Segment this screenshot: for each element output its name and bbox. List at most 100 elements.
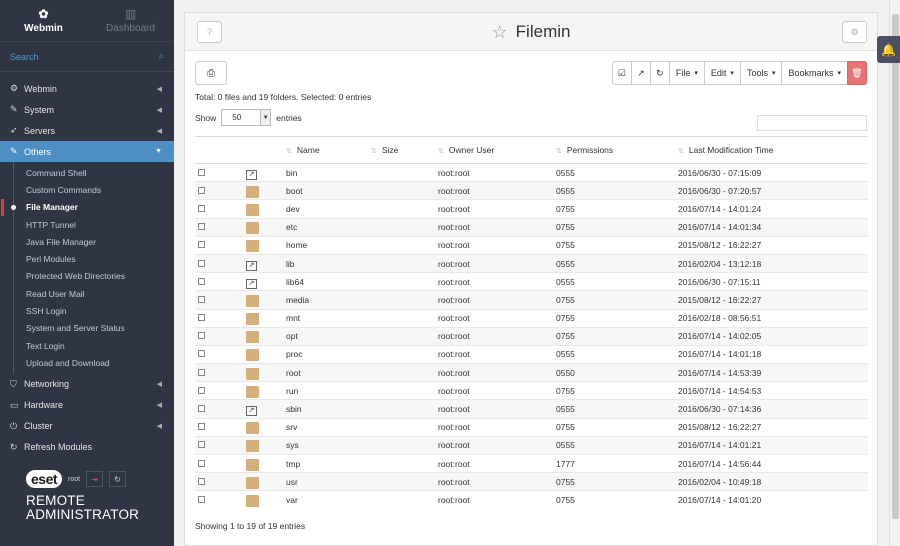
row-checkbox[interactable] bbox=[198, 459, 205, 467]
file-name[interactable]: root bbox=[286, 363, 371, 382]
column-header-modified[interactable]: ⇅ Last Modification Time bbox=[678, 136, 868, 164]
page-scrollbar[interactable] bbox=[889, 0, 900, 546]
column-header-size[interactable]: ⇅ Size bbox=[371, 136, 438, 164]
submenu-protected-web-directories[interactable]: Protected Web Directories bbox=[14, 268, 174, 285]
row-checkbox[interactable] bbox=[198, 186, 205, 194]
delete-button[interactable]: 🗑 bbox=[847, 61, 867, 85]
logout-icon[interactable]: ⇥ bbox=[86, 471, 104, 487]
sidebar-item-others[interactable]: ✎ Others ▼ bbox=[0, 141, 174, 162]
table-row[interactable]: media root:root 0755 2015/08/12 - 16:22:27 bbox=[195, 290, 868, 309]
table-row[interactable]: dev root:root 0755 2016/07/14 - 14:01:24 bbox=[195, 199, 868, 219]
table-row[interactable]: ↗ sbin root:root 0555 2016/06/30 - 07:14:36 bbox=[195, 399, 868, 419]
file-name[interactable]: usr bbox=[286, 472, 371, 491]
sidebar-item-cluster[interactable]: ⏻ Cluster ◀ bbox=[0, 416, 174, 437]
table-row[interactable]: home root:root 0755 2015/08/12 - 16:22:27 bbox=[195, 235, 868, 255]
file-name[interactable]: run bbox=[286, 381, 371, 400]
table-row[interactable]: ↗ bin root:root 0555 2016/06/30 - 07:15:09 bbox=[195, 162, 868, 182]
table-search-input[interactable] bbox=[757, 115, 867, 131]
table-row[interactable]: etc root:root 0755 2016/07/14 - 14:01:34 bbox=[195, 217, 868, 237]
tab-dashboard[interactable]: ▥ Dashboard bbox=[87, 0, 174, 41]
row-checkbox[interactable] bbox=[198, 241, 205, 249]
file-name[interactable]: tmp bbox=[286, 453, 371, 473]
row-checkbox[interactable] bbox=[198, 496, 205, 504]
sidebar-item-webmin[interactable]: ⚙ Webmin ◀ bbox=[0, 78, 174, 99]
file-name[interactable]: sys bbox=[286, 435, 371, 455]
share-button[interactable]: ↗ bbox=[630, 61, 651, 85]
file-name[interactable]: boot bbox=[286, 181, 371, 200]
submenu-command-shell[interactable]: Command Shell bbox=[14, 164, 174, 181]
table-row[interactable]: root root:root 0550 2016/07/14 - 14:53:39 bbox=[195, 363, 868, 382]
sidebar-item-servers[interactable]: ➶ Servers ◀ bbox=[0, 120, 174, 141]
table-row[interactable]: srv root:root 0755 2015/08/12 - 16:22:27 bbox=[195, 417, 868, 437]
row-checkbox[interactable] bbox=[198, 259, 205, 267]
submenu-perl-modules[interactable]: Perl Modules bbox=[14, 250, 174, 267]
column-header-name[interactable]: ⇅ Name bbox=[286, 136, 371, 164]
bell-icon[interactable]: 🔔 bbox=[877, 36, 900, 63]
table-row[interactable]: mnt root:root 0755 2016/02/18 - 08:56:51 bbox=[195, 308, 868, 328]
sidebar-search-input[interactable]: Search bbox=[10, 52, 39, 62]
sidebar-item-system[interactable]: ✎ System ◀ bbox=[0, 99, 174, 120]
row-checkbox[interactable] bbox=[198, 277, 205, 285]
row-checkbox[interactable] bbox=[198, 295, 205, 303]
submenu-http-tunnel[interactable]: HTTP Tunnel bbox=[14, 216, 174, 233]
table-row[interactable]: ↗ lib64 root:root 0555 2016/06/30 - 07:15:11 bbox=[195, 272, 868, 291]
table-row[interactable]: run root:root 0755 2016/07/14 - 14:54:53 bbox=[195, 381, 868, 400]
submenu-file-manager[interactable]: File Manager bbox=[1, 198, 174, 216]
select-all-button[interactable]: ☑ bbox=[611, 61, 632, 85]
row-checkbox[interactable] bbox=[198, 368, 205, 376]
refresh-icon[interactable]: ↻ bbox=[109, 471, 127, 487]
table-row[interactable]: proc root:root 0555 2016/07/14 - 14:01:18 bbox=[195, 344, 868, 364]
row-checkbox[interactable] bbox=[198, 223, 205, 231]
row-checkbox[interactable] bbox=[198, 386, 205, 394]
row-checkbox[interactable] bbox=[198, 314, 205, 322]
tab-webmin[interactable]: ✿ Webmin bbox=[0, 0, 87, 41]
edit-menu-button[interactable]: Edit bbox=[703, 61, 741, 85]
file-menu-button[interactable]: File bbox=[668, 61, 705, 85]
table-row[interactable]: var root:root 0755 2016/07/14 - 14:01:20 bbox=[195, 490, 868, 510]
table-row[interactable]: sys root:root 0555 2016/07/14 - 14:01:21 bbox=[195, 435, 868, 455]
page-length-select[interactable]: 50 ▼ bbox=[221, 109, 272, 126]
row-checkbox[interactable] bbox=[198, 332, 205, 340]
file-name[interactable]: media bbox=[286, 290, 371, 309]
bookmarks-menu-button[interactable]: Bookmarks bbox=[781, 61, 848, 85]
table-row[interactable]: boot root:root 0555 2016/06/30 - 07:20:57 bbox=[195, 181, 868, 200]
star-icon[interactable]: ☆ bbox=[492, 22, 508, 43]
file-name[interactable]: dev bbox=[286, 199, 371, 219]
file-name[interactable]: lib bbox=[286, 253, 371, 273]
submenu-system-server-status[interactable]: System and Server Status bbox=[14, 320, 174, 337]
file-name[interactable]: bin bbox=[286, 162, 371, 182]
table-row[interactable]: tmp root:root 1777 2016/07/14 - 14:56:44 bbox=[195, 453, 868, 473]
row-checkbox[interactable] bbox=[198, 441, 205, 449]
column-header-owner[interactable]: ⇅ Owner User bbox=[438, 136, 556, 164]
submenu-upload-download[interactable]: Upload and Download bbox=[14, 354, 174, 371]
file-name[interactable]: proc bbox=[286, 344, 371, 364]
sidebar-item-networking[interactable]: ⛉ Networking ◀ bbox=[0, 374, 174, 395]
file-name[interactable]: srv bbox=[286, 417, 371, 437]
row-checkbox[interactable] bbox=[198, 423, 205, 431]
scrollbar-thumb[interactable] bbox=[892, 14, 899, 519]
sidebar-item-refresh-modules[interactable]: ↻ Refresh Modules bbox=[0, 437, 174, 458]
search-icon[interactable]: ⌕ bbox=[158, 51, 164, 62]
row-checkbox[interactable] bbox=[198, 168, 205, 176]
row-checkbox[interactable] bbox=[198, 405, 205, 413]
sidebar-item-hardware[interactable]: ▭ Hardware ◀ bbox=[0, 395, 174, 416]
file-name[interactable]: etc bbox=[286, 217, 371, 237]
row-checkbox[interactable] bbox=[198, 477, 205, 485]
file-name[interactable]: lib64 bbox=[286, 272, 371, 291]
tools-menu-button[interactable]: Tools bbox=[739, 61, 783, 85]
submenu-custom-commands[interactable]: Custom Commands bbox=[14, 181, 174, 198]
gear-icon[interactable]: ⚙ bbox=[842, 21, 867, 43]
file-name[interactable]: mnt bbox=[286, 308, 371, 328]
row-checkbox[interactable] bbox=[198, 204, 205, 212]
file-name[interactable]: sbin bbox=[286, 399, 371, 419]
table-row[interactable]: ↗ lib root:root 0555 2016/02/04 - 13:12:18 bbox=[195, 253, 868, 273]
file-name[interactable]: home bbox=[286, 235, 371, 255]
submenu-java-file-manager[interactable]: Java File Manager bbox=[14, 233, 174, 250]
submenu-read-user-mail[interactable]: Read User Mail bbox=[14, 285, 174, 302]
sidebar-search[interactable]: Search ⌕ bbox=[0, 42, 174, 72]
table-row[interactable]: usr root:root 0755 2016/02/04 - 10:49:18 bbox=[195, 472, 868, 491]
table-row[interactable]: opt root:root 0755 2016/07/14 - 14:02:05 bbox=[195, 326, 868, 346]
submenu-text-login[interactable]: Text Login bbox=[14, 337, 174, 354]
file-name[interactable]: opt bbox=[286, 326, 371, 346]
column-header-permissions[interactable]: ⇅ Permissions bbox=[556, 136, 678, 164]
